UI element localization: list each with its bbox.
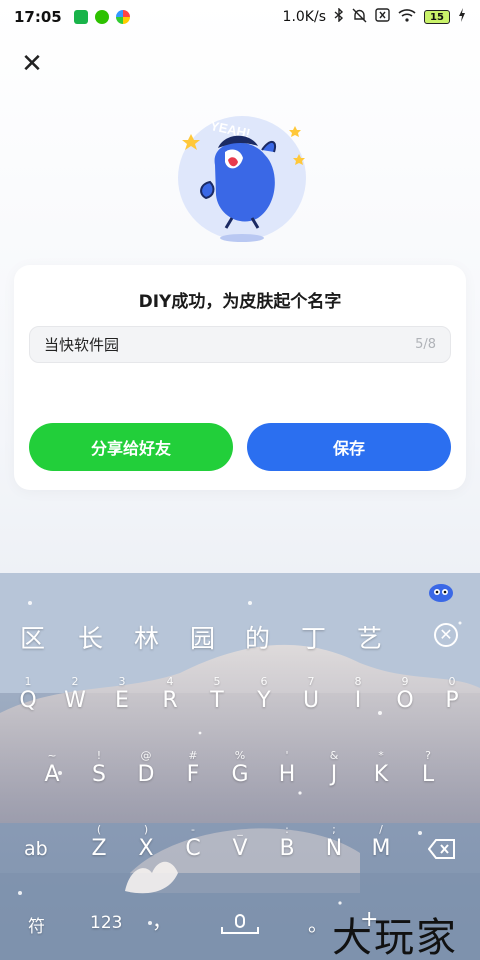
comma-key[interactable]: ， (152, 905, 172, 934)
key-q[interactable]: 1Q (8, 676, 48, 714)
candidate-word[interactable]: 艺 (357, 619, 382, 655)
skin-name-value: 当快软件园 (44, 336, 120, 354)
key-d[interactable]: @ D (126, 750, 166, 788)
numbers-key[interactable]: 123 (90, 913, 122, 933)
key-y[interactable]: 6Y (244, 676, 284, 714)
battery-icon: 15 (424, 10, 450, 24)
key-u[interactable]: 7U (291, 676, 331, 714)
space-bar[interactable] (220, 913, 260, 937)
skin-name-input[interactable]: 当快软件园 5/8 (29, 326, 451, 363)
candidate-bar: 区 长 林 园 的 丁 艺 (0, 619, 480, 655)
candidate-word[interactable]: 园 (190, 619, 215, 655)
keyboard: 区 长 林 园 的 丁 艺 ✕ 1Q 2W 3E 4R 5T 6Y 7U 8I … (0, 573, 480, 960)
close-box-icon (375, 8, 390, 26)
microphone-icon (221, 914, 259, 934)
close-candidates-icon[interactable]: ✕ (434, 623, 458, 647)
char-counter: 5/8 (415, 337, 436, 352)
key-i[interactable]: 8I (338, 676, 378, 714)
key-k[interactable]: * K (361, 750, 401, 788)
key-x[interactable]: ) X (126, 824, 166, 862)
notification-icons (73, 10, 130, 24)
key-f[interactable]: # F (173, 750, 213, 788)
symbols-key[interactable]: 符 (28, 912, 45, 937)
net-speed: 1.0K/s (282, 9, 326, 25)
share-button[interactable]: 分享给好友 (29, 423, 233, 471)
key-l[interactable]: ? L (408, 750, 448, 788)
bluetooth-icon (334, 7, 344, 26)
watermark-text: 大玩家 (332, 915, 458, 960)
mascot-illustration: YEAH! (170, 110, 310, 250)
key-r[interactable]: 4R (150, 676, 190, 714)
keyboard-keys: 区 长 林 园 的 丁 艺 ✕ 1Q 2W 3E 4R 5T 6Y 7U 8I … (0, 573, 480, 960)
candidate-word[interactable]: 林 (134, 619, 159, 655)
wechat-icon (94, 10, 109, 24)
app-icon (73, 10, 88, 24)
key-z[interactable]: (Z (79, 824, 119, 862)
key-p[interactable]: 0P (432, 676, 472, 714)
candidate-word[interactable]: 丁 (301, 619, 326, 655)
status-time: 17:05 (14, 8, 62, 26)
candidate-word[interactable]: 的 (245, 619, 270, 655)
status-right: 1.0K/s 15 (282, 7, 466, 27)
close-icon[interactable]: ✕ (18, 50, 46, 78)
key-e[interactable]: 3E (102, 676, 142, 714)
card-title: DIY成功，为皮肤起个名字 (138, 292, 342, 312)
backspace-icon[interactable] (427, 839, 456, 864)
key-a[interactable]: ~ A (32, 750, 72, 788)
name-skin-card: DIY成功，为皮肤起个名字 当快软件园 5/8 分享给好友 保存 (14, 265, 466, 490)
status-bar: 17:05 1.0K/s 15 (0, 0, 480, 34)
key-t[interactable]: 5T (197, 676, 237, 714)
key-o[interactable]: 9O (385, 676, 425, 714)
key-v[interactable]: _ V (220, 824, 260, 862)
key-h[interactable]: ' H (267, 750, 307, 788)
key-c[interactable]: -C (173, 824, 213, 862)
charging-icon (458, 8, 466, 26)
key-g[interactable]: % G (220, 750, 260, 788)
candidate-word[interactable]: 长 (78, 619, 103, 655)
key-m[interactable]: / M (361, 824, 401, 862)
key-w[interactable]: 2W (55, 676, 95, 714)
key-n[interactable]: ; N (314, 824, 354, 862)
shift-key[interactable]: ab (24, 838, 48, 860)
period-key[interactable]: 。 (308, 908, 328, 937)
key-j[interactable]: & J (314, 750, 354, 788)
browser-icon (115, 10, 130, 24)
candidate-word[interactable]: 区 (20, 619, 45, 655)
mute-icon (352, 8, 367, 27)
save-button[interactable]: 保存 (247, 423, 451, 471)
key-s[interactable]: ! S (79, 750, 119, 788)
wifi-icon (398, 8, 416, 26)
key-b[interactable]: :B (267, 824, 307, 862)
mascot-mini-icon[interactable] (428, 581, 454, 603)
